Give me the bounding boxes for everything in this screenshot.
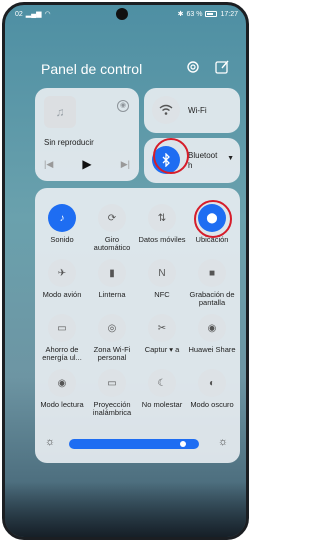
bluetooth-status-icon: ✱ [177, 11, 184, 18]
toggle-label: Sonido [50, 235, 74, 244]
moon-icon: ☾ [148, 369, 176, 397]
toggle-label: Zona Wi-Fi personal [93, 345, 131, 362]
settings-gear-icon[interactable] [185, 59, 201, 75]
toggle-dark-mode[interactable]: ◐ Modo oscuro [187, 369, 237, 409]
media-player-card[interactable]: ♫ ◉ Sin reproducir |◀ ▶ ▶| [35, 88, 139, 181]
next-icon[interactable]: ▶| [121, 159, 130, 170]
hotspot-icon: ◎ [98, 314, 126, 342]
play-icon[interactable]: ▶ [82, 157, 91, 171]
toggle-mobile-data[interactable]: ⇅ Datos móviles [137, 204, 187, 244]
chevron-down-icon[interactable]: ▼ [227, 155, 234, 162]
toggle-label: Ahorro de energía ul... [42, 345, 82, 362]
toggle-label: Modo avión [42, 290, 82, 299]
carrier-label: 02 [15, 10, 23, 18]
mobile-data-icon: ⇅ [148, 204, 176, 232]
location-highlight-circle [194, 200, 232, 238]
toggle-flashlight[interactable]: ▮ Linterna [87, 259, 137, 299]
toggle-airplane[interactable]: ✈ Modo avión [37, 259, 87, 299]
toggle-label: Proyección inalámbrica [92, 400, 132, 417]
wifi-status-icon: ◠ [44, 11, 51, 18]
battery-icon [205, 11, 218, 17]
airplane-icon: ✈ [48, 259, 76, 287]
toggle-label: Captur ▾ a [144, 345, 180, 354]
screenshot-icon: ✂ [148, 314, 176, 342]
bluetooth-label: Bluetoot h [188, 151, 218, 170]
record-icon: ■ [198, 259, 226, 287]
brightness-low-icon: ☼ [45, 436, 56, 448]
signal-icon: ▂▄▆ [25, 11, 42, 18]
toggle-rotate[interactable]: ⟳ Giro automático [87, 204, 137, 252]
toggle-label: No molestar [141, 400, 183, 409]
flashlight-icon: ▮ [98, 259, 126, 287]
rotate-icon: ⟳ [98, 204, 126, 232]
wifi-label: Wi-Fi [188, 106, 207, 115]
toggle-label: Modo lectura [40, 400, 84, 409]
battery-saver-icon: ▭ [48, 314, 76, 342]
eye-icon: ◉ [48, 369, 76, 397]
cast-icon: ▭ [98, 369, 126, 397]
dark-mode-icon: ◐ [198, 369, 226, 397]
toggle-bell[interactable]: ♪ Sonido [37, 204, 87, 244]
wifi-tile[interactable]: Wi-Fi [144, 88, 240, 133]
bell-icon: ♪ [48, 204, 76, 232]
bluetooth-highlight-circle [153, 138, 189, 174]
toggle-eye[interactable]: ◉ Modo lectura [37, 369, 87, 409]
toggle-label: Giro automático [93, 235, 131, 252]
toggle-record[interactable]: ■ Grabación de pantalla [187, 259, 237, 307]
toggle-label: Linterna [98, 290, 126, 299]
camera-notch [116, 8, 128, 20]
toggle-hotspot[interactable]: ◎ Zona Wi-Fi personal [87, 314, 137, 362]
phone-screen: 02 ▂▄▆ ◠ ✱ 63 % 17:27 Panel de control ♫… [2, 2, 249, 540]
brightness-high-icon: ☼ [218, 436, 229, 448]
page-title: Panel de control [41, 61, 143, 77]
toggle-label: NFC [154, 290, 170, 299]
toggle-label: Modo oscuro [190, 400, 234, 409]
media-status: Sin reproducir [44, 138, 94, 147]
previous-icon[interactable]: |◀ [44, 159, 53, 170]
toggle-share[interactable]: ◉ Huawei Share [187, 314, 237, 354]
toggle-cast[interactable]: ▭ Proyección inalámbrica [87, 369, 137, 417]
battery-percent: 63 % [186, 10, 203, 18]
toggle-battery-saver[interactable]: ▭ Ahorro de energía ul... [37, 314, 87, 362]
status-bar: 02 ▂▄▆ ◠ ✱ 63 % 17:27 [5, 5, 246, 23]
music-note-icon: ♫ [44, 96, 76, 128]
wifi-icon [152, 96, 180, 124]
audio-output-icon[interactable]: ◉ [117, 100, 129, 112]
edit-icon[interactable] [214, 59, 230, 75]
toggle-label: Huawei Share [188, 345, 236, 354]
clock: 17:27 [220, 10, 238, 18]
toggle-moon[interactable]: ☾ No molestar [137, 369, 187, 409]
toggle-label: Grabación de pantalla [189, 290, 235, 307]
toggle-screenshot[interactable]: ✂ Captur ▾ a [137, 314, 187, 354]
share-icon: ◉ [198, 314, 226, 342]
bottom-shade [5, 482, 246, 537]
nfc-icon: N [148, 259, 176, 287]
toggle-nfc[interactable]: N NFC [137, 259, 187, 299]
brightness-slider[interactable]: ☼ ☼ [35, 434, 240, 454]
toggle-label: Datos móviles [138, 235, 186, 244]
